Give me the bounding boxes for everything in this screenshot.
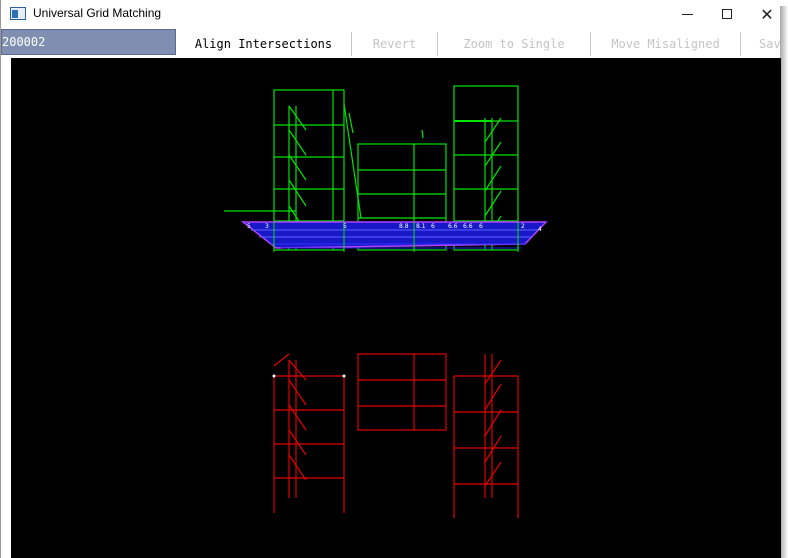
save-button[interactable]: Sav: [741, 32, 781, 56]
minimize-button[interactable]: [669, 0, 705, 28]
grid-label: 6.6: [448, 223, 458, 230]
grid-label: 8.1: [416, 223, 426, 230]
lower-middle-tower: [357, 353, 447, 431]
align-intersections-button[interactable]: Align Intersections: [176, 32, 352, 56]
revert-button[interactable]: Revert: [352, 32, 438, 56]
app-icon: [10, 7, 26, 20]
viewport-drawing: 5 3 5 8.8 8.1 6 6.6 6.6 6 2 4: [224, 85, 548, 518]
grid-label: 8.8: [399, 223, 409, 230]
grid-label: 3: [265, 223, 269, 230]
lower-grid[interactable]: [273, 353, 519, 518]
maximize-button[interactable]: [709, 0, 745, 28]
grid-viewport[interactable]: 5 3 5 8.8 8.1 6 6.6 6.6 6 2 4: [11, 58, 781, 558]
window-shadow: [780, 6, 788, 558]
zoom-to-single-button[interactable]: Zoom to Single: [438, 32, 591, 56]
window-title: Universal Grid Matching: [33, 6, 162, 20]
upper-base-plane: [240, 221, 548, 252]
grid-id-field[interactable]: 200002: [1, 29, 176, 55]
app-window: Universal Grid Matching ✕ 200002 Align I…: [0, 0, 781, 558]
toolbar: 200002 Align Intersections Revert Zoom t…: [1, 28, 781, 58]
move-misaligned-button[interactable]: Move Misaligned: [591, 32, 741, 56]
grid-label: 6.6: [463, 223, 473, 230]
grid-label: 5: [247, 223, 251, 230]
title-bar[interactable]: Universal Grid Matching ✕: [1, 0, 781, 28]
grid-label: 6: [431, 223, 435, 230]
minimize-icon: [681, 13, 693, 15]
close-icon: ✕: [760, 4, 774, 24]
grid-label: 4: [538, 226, 542, 233]
grid-label: 2: [521, 223, 525, 230]
grid-label: 5: [343, 223, 347, 230]
grid-label: 6: [479, 223, 483, 230]
maximize-icon: [722, 9, 732, 19]
